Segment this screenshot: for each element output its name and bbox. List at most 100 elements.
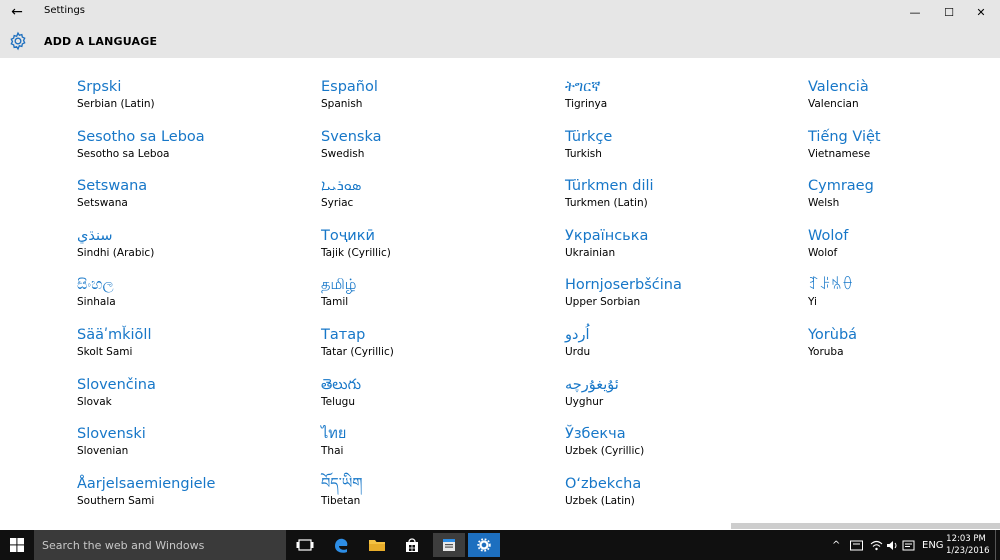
language-option[interactable]: Åarjelsaemiengiele Southern Sami xyxy=(77,475,297,519)
language-option[interactable]: Türkçe Turkish xyxy=(565,128,785,172)
language-native-name: اُردو xyxy=(565,327,590,343)
language-native-name: ትግርኛ xyxy=(565,79,601,95)
language-option[interactable]: Español Spanish xyxy=(321,78,541,122)
language-option[interactable]: اُردو Urdu xyxy=(565,326,785,370)
language-native-name: தமிழ் xyxy=(321,277,357,294)
chevron-up-icon: ^ xyxy=(832,539,841,551)
language-english-name: Uzbek (Latin) xyxy=(565,494,635,507)
language-option[interactable]: Hornjoserbšćina Upper Sorbian xyxy=(565,276,785,320)
language-option[interactable]: བོད་ཡིག Tibetan xyxy=(321,475,541,519)
maximize-icon: ☐ xyxy=(944,5,954,19)
language-option[interactable]: Українська Ukrainian xyxy=(565,227,785,271)
language-option[interactable]: Türkmen dili Turkmen (Latin) xyxy=(565,177,785,221)
close-button[interactable]: ✕ xyxy=(962,0,1000,24)
language-option[interactable]: Sääʹmǩiõll Skolt Sami xyxy=(77,326,297,370)
language-english-name: Yi xyxy=(808,296,817,309)
close-icon: ✕ xyxy=(976,5,986,19)
language-option[interactable]: ไทย Thai xyxy=(321,425,541,469)
language-option[interactable]: Тоҷикӣ Tajik (Cyrillic) xyxy=(321,227,541,271)
language-native-name: తెలుగు xyxy=(321,376,362,393)
language-english-name: Turkish xyxy=(565,147,602,160)
language-english-name: Tigrinya xyxy=(565,98,608,110)
language-option[interactable]: ܣܘܪܝܝܐ Syriac xyxy=(321,177,541,221)
language-option[interactable]: සිංහල Sinhala xyxy=(77,276,297,320)
volume-button[interactable] xyxy=(886,530,899,560)
language-option[interactable]: Yorùbá Yoruba xyxy=(808,326,1000,370)
search-placeholder: Search the web and Windows xyxy=(42,539,205,552)
language-native-name: Srpski xyxy=(77,79,122,95)
language-english-name: Tamil xyxy=(321,296,349,309)
language-option[interactable]: Cymraeg Welsh xyxy=(808,177,1000,221)
language-native-name: සිංහල xyxy=(77,277,114,294)
taskbar-clock[interactable]: 12:03 PM 1/23/2016 xyxy=(946,533,990,557)
language-option[interactable]: Ўзбекча Uzbek (Cyrillic) xyxy=(565,425,785,469)
language-option[interactable]: Wolof Wolof xyxy=(808,227,1000,271)
language-native-name: Valencià xyxy=(808,79,869,95)
edge-icon xyxy=(335,538,348,553)
horizontal-scrollbar[interactable] xyxy=(0,522,1000,530)
language-english-name: Ukrainian xyxy=(565,246,616,259)
language-english-name: Syriac xyxy=(321,197,354,210)
language-native-name: Sääʹmǩiõll xyxy=(77,327,152,343)
task-view-button[interactable] xyxy=(289,533,321,557)
language-option[interactable]: తెలుగు Telugu xyxy=(321,376,541,420)
app-window-button[interactable] xyxy=(433,533,465,557)
edge-browser-button[interactable] xyxy=(325,533,357,557)
wifi-icon xyxy=(870,540,883,550)
language-option[interactable]: O‘zbekcha Uzbek (Latin) xyxy=(565,475,785,519)
language-english-name: Tajik (Cyrillic) xyxy=(321,246,391,259)
language-option[interactable]: Sesotho sa Leboa Sesotho sa Leboa xyxy=(77,128,297,172)
windows-logo-icon xyxy=(10,538,24,552)
store-button[interactable] xyxy=(396,533,428,557)
show-desktop-button[interactable] xyxy=(995,530,1000,560)
settings-taskbar-button[interactable] xyxy=(468,533,500,557)
language-english-name: Tatar (Cyrillic) xyxy=(321,346,394,358)
language-english-name: Tibetan xyxy=(321,494,361,507)
language-native-name: Hornjoserbšćina xyxy=(565,277,682,294)
language-english-name: Setswana xyxy=(77,197,128,210)
language-option[interactable]: Valencià Valencian xyxy=(808,78,1000,122)
start-button[interactable] xyxy=(0,530,34,560)
language-option[interactable]: Татар Tatar (Cyrillic) xyxy=(321,326,541,370)
scrollbar-thumb[interactable] xyxy=(731,523,1000,529)
language-option[interactable]: தமிழ் Tamil xyxy=(321,276,541,320)
language-english-name: Wolof xyxy=(808,246,838,259)
page-title: ADD A LANGUAGE xyxy=(44,35,158,48)
file-explorer-button[interactable] xyxy=(361,533,393,557)
language-option[interactable]: Srpski Serbian (Latin) xyxy=(77,78,297,122)
language-native-name: Cymraeg xyxy=(808,178,874,195)
task-view-icon xyxy=(296,539,314,551)
network-button[interactable] xyxy=(870,530,883,560)
language-option[interactable]: Setswana Setswana xyxy=(77,177,297,221)
language-english-name: Slovak xyxy=(77,395,112,408)
taskbar-search-box[interactable]: Search the web and Windows xyxy=(34,530,286,560)
language-english-name: Swedish xyxy=(321,147,365,160)
clock-date: 1/23/2016 xyxy=(946,546,990,556)
language-native-name: Åarjelsaemiengiele xyxy=(77,475,216,492)
language-option[interactable]: Slovenčina Slovak xyxy=(77,376,297,420)
show-hidden-icons-button[interactable]: ^ xyxy=(832,530,840,560)
people-tray-button[interactable] xyxy=(850,530,863,560)
language-option[interactable]: سنڌي Sindhi (Arabic) xyxy=(77,227,297,271)
language-english-name: Spanish xyxy=(321,98,363,110)
language-english-name: Sinhala xyxy=(77,296,116,309)
page-header: ADD A LANGUAGE xyxy=(0,24,1000,58)
language-english-name: Uzbek (Cyrillic) xyxy=(565,445,645,458)
language-option[interactable]: Slovenski Slovenian xyxy=(77,425,297,469)
action-center-button[interactable] xyxy=(902,530,915,560)
language-option[interactable]: Svenska Swedish xyxy=(321,128,541,172)
window-title: Settings xyxy=(44,5,86,16)
language-option[interactable]: Tiếng Việt Vietnamese xyxy=(808,128,1000,172)
language-option[interactable]: ትግርኛ Tigrinya xyxy=(565,78,785,122)
volume-icon xyxy=(887,540,897,550)
language-native-name: Ўзбекча xyxy=(565,426,626,443)
input-language-label: ENG xyxy=(922,539,944,551)
back-button[interactable]: ← xyxy=(0,0,34,24)
minimize-button[interactable]: — xyxy=(896,0,934,24)
language-native-name: Slovenčina xyxy=(77,376,156,393)
language-english-name: Vietnamese xyxy=(808,147,871,160)
language-native-name: ไทย xyxy=(321,426,347,443)
language-option[interactable]: ئۇيغۇرچە Uyghur xyxy=(565,376,785,420)
input-indicator[interactable]: ENG xyxy=(922,530,944,560)
language-option[interactable]: ꆈꌠꁱꂷ Yi xyxy=(808,276,1000,320)
